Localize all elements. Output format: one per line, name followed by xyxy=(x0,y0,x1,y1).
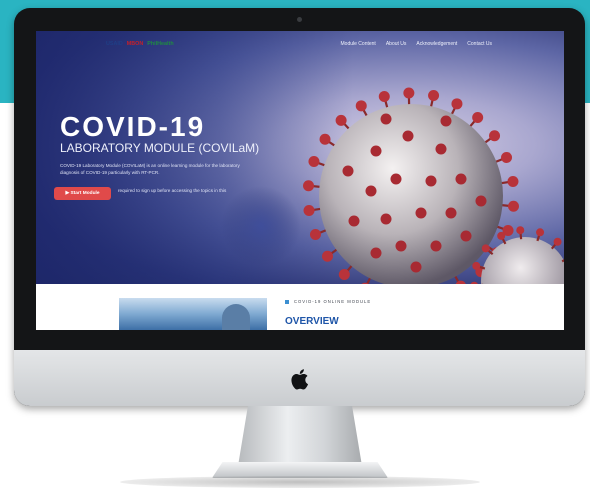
nav-about-us[interactable]: About Us xyxy=(386,41,407,47)
mbon-logo: MBON xyxy=(126,41,144,47)
tag-bullet-icon xyxy=(285,299,289,304)
virus-surface-spike xyxy=(440,115,452,127)
virus-surface-spike xyxy=(455,173,467,185)
module-tag: COVID-19 ONLINE MODULE xyxy=(285,299,371,304)
philhealth-logo: PhilHealth xyxy=(147,41,174,47)
virus-spike-bulb xyxy=(335,114,347,126)
virus-spike-bulb xyxy=(451,98,463,110)
virus-spike-bulb xyxy=(378,91,390,103)
virus-surface-spike xyxy=(415,207,427,219)
virus-surface-spike xyxy=(445,207,457,219)
virus-spike-bulb xyxy=(403,87,415,99)
virus-spike-bulb xyxy=(481,244,490,253)
nav-module-content[interactable]: Module Content xyxy=(341,41,376,47)
virus-surface-spike xyxy=(395,240,407,252)
promo-canvas: USAID MBON PhilHealth Module Content Abo… xyxy=(0,0,590,493)
virus-surface-spike xyxy=(410,261,422,273)
virus-spike-bulb xyxy=(321,250,333,262)
virus-spike-bulb xyxy=(355,100,367,112)
virus-spike-bulb xyxy=(309,229,321,241)
virus-spike-bulb xyxy=(428,90,440,102)
monitor-stand-neck xyxy=(238,406,362,466)
hero-subtitle: LABORATORY MODULE (COVILaM) xyxy=(60,141,260,155)
virus-surface-spike xyxy=(370,145,382,157)
virus-spike-bulb xyxy=(489,130,501,142)
hero-description: COVID-19 Laboratory Module (COVILaM) is … xyxy=(60,163,240,175)
virus-spike-bulb xyxy=(338,269,350,281)
virus-spike-bulb xyxy=(303,180,315,192)
apple-logo-icon xyxy=(291,369,308,390)
virus-spike-bulb xyxy=(319,133,331,145)
nav-acknowledgement[interactable]: Acknowledgement xyxy=(416,41,457,47)
module-tag-label: COVID-19 ONLINE MODULE xyxy=(294,299,372,304)
virus-spike-bulb xyxy=(536,228,545,237)
nav-contact-us[interactable]: Contact Us xyxy=(467,41,492,47)
virus-spike-bulb xyxy=(553,237,562,246)
hero-signup-note: required to sign up before accessing the… xyxy=(118,188,227,193)
virus-surface-spike xyxy=(402,130,414,142)
coronavirus-illustration xyxy=(221,87,564,284)
virus-surface-spike xyxy=(435,143,447,155)
hero-title: COVID-19 xyxy=(60,111,206,142)
virus-spike-bulb xyxy=(472,261,481,270)
virus-spike-bulb xyxy=(516,226,525,235)
start-module-button[interactable]: ▶ Start Module xyxy=(54,187,111,200)
virus-surface-spike xyxy=(425,175,437,187)
site-navbar: USAID MBON PhilHealth Module Content Abo… xyxy=(36,31,564,53)
virus-spike-bulb xyxy=(497,231,506,240)
virus-surface-spike xyxy=(380,113,392,125)
hero-section: USAID MBON PhilHealth Module Content Abo… xyxy=(36,31,564,284)
stand-shadow xyxy=(120,476,480,488)
website-screen: USAID MBON PhilHealth Module Content Abo… xyxy=(36,31,564,330)
virus-surface-spike xyxy=(430,240,442,252)
virus-surface-spike xyxy=(380,213,392,225)
nav-menu: Module Content About Us Acknowledgement … xyxy=(341,41,492,47)
virus-spike-bulb xyxy=(308,155,320,167)
webcam-dot xyxy=(297,17,302,22)
partner-logos: USAID MBON PhilHealth xyxy=(106,39,174,49)
lab-photo-person xyxy=(222,304,250,330)
virus-surface-spike xyxy=(460,230,472,242)
virus-surface-spike xyxy=(390,173,402,185)
overview-section: COVID-19 ONLINE MODULE OVERVIEW xyxy=(36,284,564,330)
overview-heading: OVERVIEW xyxy=(285,316,339,327)
virus-surface-spike xyxy=(348,215,360,227)
virus-surface-spike xyxy=(370,247,382,259)
virus-spike-bulb xyxy=(501,151,513,163)
virus-spike-bulb xyxy=(507,175,519,187)
virus-surface-spike xyxy=(475,195,487,207)
virus-surface-spike xyxy=(342,165,354,177)
virus-surface-spike xyxy=(365,185,377,197)
virus-spike-bulb xyxy=(507,200,519,212)
usaid-logo: USAID xyxy=(106,41,123,47)
virus-spike-bulb xyxy=(303,205,315,217)
virus-spike-bulb xyxy=(472,111,484,123)
